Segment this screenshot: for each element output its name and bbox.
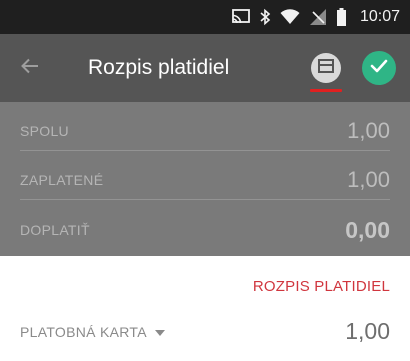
wifi-icon — [280, 9, 300, 25]
payment-row: PLATOBNÁ KARTA 1,00 — [20, 318, 390, 345]
payments-section-title: ROZPIS PLATIDIEL — [252, 278, 390, 295]
back-button[interactable] — [0, 34, 60, 102]
total-value: 1,00 — [347, 118, 390, 143]
paid-value: 1,00 — [347, 167, 390, 192]
summary-panel: SPOLU 1,00 ZAPLATENÉ 1,00 DOPLATIŤ 0,00 — [0, 102, 410, 256]
due-row: DOPLATIŤ 0,00 — [20, 215, 390, 245]
due-value: 0,00 — [345, 216, 390, 243]
signal-off-icon — [309, 8, 327, 26]
confirm-button[interactable] — [362, 51, 396, 85]
battery-icon — [336, 8, 347, 26]
active-indicator — [310, 89, 342, 92]
bluetooth-icon — [259, 8, 271, 26]
payment-amount[interactable]: 1,00 — [345, 318, 390, 345]
cast-icon — [232, 9, 250, 25]
due-label: DOPLATIŤ — [20, 222, 90, 238]
total-row: SPOLU 1,00 — [20, 116, 390, 146]
app-toolbar: Rozpis platidiel — [0, 34, 410, 102]
receipt-button[interactable] — [298, 34, 354, 102]
page-title: Rozpis platidiel — [88, 56, 230, 79]
arrow-left-icon — [20, 56, 40, 81]
dropdown-arrow-icon — [154, 323, 165, 341]
payment-type-label: PLATOBNÁ KARTA — [20, 323, 147, 340]
paid-label: ZAPLATENÉ — [20, 172, 104, 188]
status-time: 10:07 — [359, 8, 400, 25]
check-icon — [370, 59, 388, 78]
payment-type-dropdown[interactable]: PLATOBNÁ KARTA — [20, 323, 165, 341]
divider — [20, 199, 390, 200]
total-label: SPOLU — [20, 123, 69, 139]
divider — [20, 150, 390, 151]
paid-row: ZAPLATENÉ 1,00 — [20, 165, 390, 195]
status-bar: 10:07 — [0, 0, 410, 34]
receipt-icon — [318, 58, 334, 78]
